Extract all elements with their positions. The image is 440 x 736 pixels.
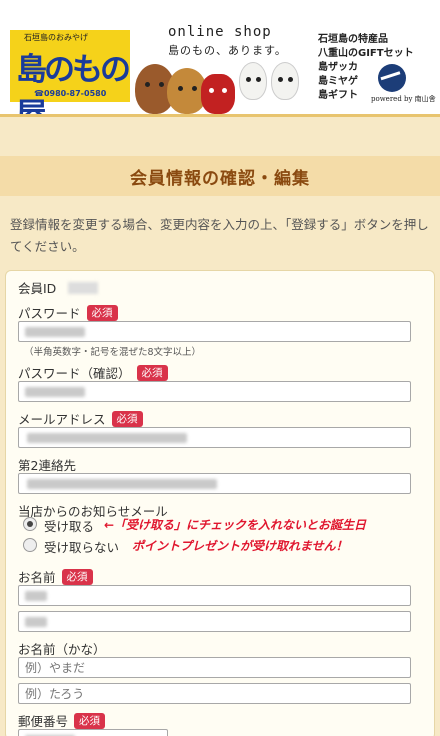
postal-label-row: 郵便番号 必須	[18, 711, 106, 730]
member-id-label: 会員ID	[18, 281, 57, 296]
first-name-field[interactable]	[18, 611, 411, 632]
logo-tagline: 石垣島のおみやげ	[24, 33, 88, 42]
last-name-field[interactable]	[18, 585, 411, 606]
password-confirm-label-row: パスワード（確認） 必須	[18, 363, 168, 382]
header-banner: 石垣島のおみやげ 島のもの屋 ☎0980-87-0580 online shop…	[0, 0, 440, 117]
page-title-bar: 会員情報の確認・編集	[0, 156, 440, 196]
shop-subtitle: 島のもの、あります。	[168, 44, 287, 57]
mask-icon	[271, 62, 299, 100]
secondary-contact-label: 第2連絡先	[18, 458, 76, 473]
first-name-kana-input[interactable]	[18, 683, 411, 704]
newsletter-decline-radio[interactable]	[23, 538, 37, 552]
email-field[interactable]	[18, 427, 411, 448]
member-id-row: 会員ID	[18, 278, 99, 297]
password-confirm-field[interactable]	[18, 381, 411, 402]
name-label-row: お名前 必須	[18, 567, 93, 586]
mask-icon	[239, 62, 267, 100]
required-badge: 必須	[111, 410, 143, 427]
name-kana-label: お名前（かな）	[18, 642, 106, 657]
secondary-contact-field[interactable]	[18, 473, 411, 494]
newsletter-annotation-line1: ←「受け取る」にチェックを入れないとお誕生日	[104, 518, 367, 532]
postal-code-field[interactable]	[18, 729, 168, 736]
password-field[interactable]	[18, 321, 411, 342]
member-form: 会員ID パスワード 必須 （半角英数字・記号を混ぜた8文字以上） パスワード（…	[5, 270, 435, 736]
side-text-line: 島ギフト	[318, 90, 358, 101]
side-text-line: 島ミヤゲ	[318, 76, 358, 87]
email-label-row: メールアドレス 必須	[18, 409, 143, 428]
password-label-row: パスワード 必須	[18, 303, 118, 322]
logo-phone: ☎0980-87-0580	[34, 89, 107, 98]
powered-by: powered by 南山舎	[371, 95, 436, 103]
secondary-contact-label-row: 第2連絡先	[18, 455, 76, 474]
shop-title: online shop	[168, 24, 272, 40]
member-id-value	[68, 281, 99, 294]
postal-label: 郵便番号	[18, 714, 69, 729]
newsletter-decline-label[interactable]: 受け取らない	[44, 537, 119, 556]
side-text-line: 石垣島の特産品	[318, 34, 388, 45]
newsletter-annotation-line2: ポイントプレゼントが受け取れません！	[132, 539, 348, 553]
required-badge: 必須	[74, 712, 106, 729]
newsletter-receive-radio[interactable]	[23, 517, 37, 531]
nanzansha-logo-icon	[378, 64, 406, 92]
name-kana-label-row: お名前（かな）	[18, 639, 106, 658]
required-badge: 必須	[136, 364, 168, 381]
last-name-kana-input[interactable]	[18, 657, 411, 678]
shisa-masks-illustration	[135, 58, 305, 114]
shop-logo[interactable]: 石垣島のおみやげ 島のもの屋 ☎0980-87-0580	[10, 30, 131, 114]
password-hint: （半角英数字・記号を混ぜた8文字以上）	[24, 347, 202, 358]
side-text-line: 島ザッカ	[318, 62, 358, 73]
password-label: パスワード	[18, 306, 81, 321]
email-label: メールアドレス	[18, 412, 106, 427]
mask-icon	[201, 74, 235, 114]
logo-title: 島のもの屋	[16, 52, 131, 117]
newsletter-receive-label[interactable]: 受け取る	[44, 516, 94, 535]
side-text-line: 八重山のGIFTセット	[318, 48, 414, 59]
required-badge: 必須	[61, 568, 93, 585]
required-badge: 必須	[86, 304, 118, 321]
page-title: 会員情報の確認・編集	[130, 168, 310, 189]
password-confirm-label: パスワード（確認）	[18, 366, 131, 381]
name-label: お名前	[18, 570, 56, 585]
intro-text: 登録情報を変更する場合、変更内容を入力の上、「登録する」ボタンを押してください。	[10, 217, 429, 254]
